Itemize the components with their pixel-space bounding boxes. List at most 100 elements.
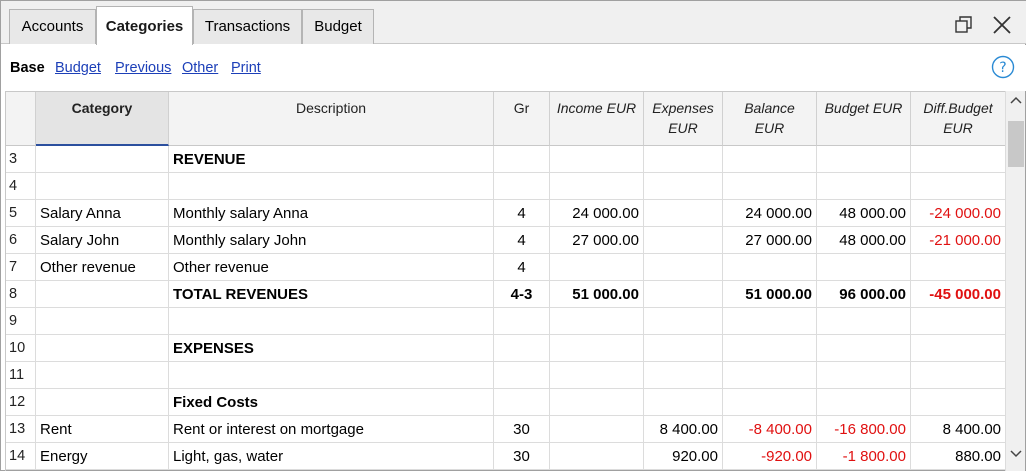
cell-diff-budget[interactable]: [911, 389, 1005, 416]
cell-balance[interactable]: [723, 389, 817, 416]
cell-income[interactable]: [550, 308, 644, 335]
cell-description[interactable]: [169, 308, 494, 335]
cell-budget[interactable]: [817, 146, 911, 173]
cell-income[interactable]: 24 000.00: [550, 200, 644, 227]
table-row[interactable]: 3 REVENUE: [6, 146, 1005, 173]
tab-transactions[interactable]: Transactions: [193, 9, 302, 44]
table-row[interactable]: 9: [6, 308, 1005, 335]
cell-category[interactable]: [36, 146, 169, 173]
cell-diff-budget[interactable]: [911, 362, 1005, 389]
column-header-gr[interactable]: Gr: [494, 92, 550, 146]
cell-category[interactable]: [36, 281, 169, 308]
cell-description[interactable]: EXPENSES: [169, 335, 494, 362]
cell-category[interactable]: Other revenue: [36, 254, 169, 281]
table-row[interactable]: 5 Salary Anna Monthly salary Anna 4 24 000.0…: [6, 200, 1005, 227]
cell-description[interactable]: Other revenue: [169, 254, 494, 281]
cell-budget[interactable]: [817, 389, 911, 416]
cell-income[interactable]: 51 000.00: [550, 281, 644, 308]
cell-balance[interactable]: [723, 335, 817, 362]
table-row[interactable]: 8 TOTAL REVENUES 4-3 51 000.00 51 000.00 96 0…: [6, 281, 1005, 308]
cell-expenses[interactable]: [644, 200, 723, 227]
cell-income[interactable]: [550, 416, 644, 443]
cell-expenses[interactable]: [644, 389, 723, 416]
cell-balance[interactable]: 24 000.00: [723, 200, 817, 227]
cell-gr[interactable]: [494, 335, 550, 362]
cell-balance[interactable]: 51 000.00: [723, 281, 817, 308]
restore-window-icon[interactable]: [952, 13, 976, 37]
cell-description[interactable]: Light, gas, water: [169, 443, 494, 470]
cell-gr[interactable]: [494, 173, 550, 200]
cell-diff-budget[interactable]: -24 000.00: [911, 200, 1005, 227]
cell-balance[interactable]: [723, 308, 817, 335]
column-header-budget[interactable]: Budget EUR: [817, 92, 911, 146]
cell-expenses[interactable]: [644, 281, 723, 308]
cell-gr[interactable]: 30: [494, 416, 550, 443]
cell-expenses[interactable]: [644, 308, 723, 335]
cell-income[interactable]: 27 000.00: [550, 227, 644, 254]
cell-budget[interactable]: -16 800.00: [817, 416, 911, 443]
cell-balance[interactable]: [723, 146, 817, 173]
table-row[interactable]: 4: [6, 173, 1005, 200]
table-row[interactable]: 12 Fixed Costs: [6, 389, 1005, 416]
cell-income[interactable]: [550, 146, 644, 173]
cell-expenses[interactable]: [644, 254, 723, 281]
cell-income[interactable]: [550, 335, 644, 362]
cell-gr[interactable]: [494, 362, 550, 389]
cell-budget[interactable]: 48 000.00: [817, 227, 911, 254]
column-header-diff-budget[interactable]: Diff.Budget EUR: [911, 92, 1005, 146]
cell-balance[interactable]: 27 000.00: [723, 227, 817, 254]
scrollbar-thumb[interactable]: [1008, 121, 1024, 167]
cell-diff-budget[interactable]: [911, 335, 1005, 362]
table-row[interactable]: 10 EXPENSES: [6, 335, 1005, 362]
column-header-expenses[interactable]: Expenses EUR: [644, 92, 723, 146]
cell-expenses[interactable]: [644, 362, 723, 389]
cell-balance[interactable]: -8 400.00: [723, 416, 817, 443]
cell-description[interactable]: [169, 173, 494, 200]
cell-income[interactable]: [550, 389, 644, 416]
table-row[interactable]: 11: [6, 362, 1005, 389]
cell-budget[interactable]: [817, 254, 911, 281]
column-header-description[interactable]: Description: [169, 92, 494, 146]
cell-budget[interactable]: [817, 335, 911, 362]
cell-category[interactable]: [36, 389, 169, 416]
view-print-link[interactable]: Print: [231, 60, 261, 76]
scroll-down-icon[interactable]: [1006, 443, 1026, 463]
cell-budget[interactable]: 96 000.00: [817, 281, 911, 308]
cell-income[interactable]: [550, 443, 644, 470]
cell-diff-budget[interactable]: 880.00: [911, 443, 1005, 470]
cell-budget[interactable]: -1 800.00: [817, 443, 911, 470]
cell-description[interactable]: REVENUE: [169, 146, 494, 173]
cell-description[interactable]: Rent or interest on mortgage: [169, 416, 494, 443]
tab-budget[interactable]: Budget: [302, 9, 374, 44]
cell-income[interactable]: [550, 254, 644, 281]
cell-description[interactable]: Monthly salary John: [169, 227, 494, 254]
cell-description[interactable]: TOTAL REVENUES: [169, 281, 494, 308]
cell-income[interactable]: [550, 173, 644, 200]
cell-budget[interactable]: [817, 308, 911, 335]
cell-gr[interactable]: [494, 389, 550, 416]
cell-expenses[interactable]: 8 400.00: [644, 416, 723, 443]
cell-category[interactable]: Salary Anna: [36, 200, 169, 227]
cell-diff-budget[interactable]: [911, 173, 1005, 200]
view-base[interactable]: Base: [10, 60, 45, 76]
cell-category[interactable]: [36, 173, 169, 200]
close-icon[interactable]: [990, 13, 1014, 37]
table-row[interactable]: 6 Salary John Monthly salary John 4 27 000.0…: [6, 227, 1005, 254]
cell-balance[interactable]: [723, 173, 817, 200]
column-header-balance[interactable]: Balance EUR: [723, 92, 817, 146]
column-header-category[interactable]: Category: [36, 92, 169, 146]
table-row[interactable]: 13 Rent Rent or interest on mortgage 30 8 40…: [6, 416, 1005, 443]
cell-description[interactable]: Fixed Costs: [169, 389, 494, 416]
view-other-link[interactable]: Other: [182, 60, 218, 76]
tab-accounts[interactable]: Accounts: [9, 9, 96, 44]
cell-expenses[interactable]: 920.00: [644, 443, 723, 470]
scroll-up-icon[interactable]: [1006, 91, 1026, 111]
cell-gr[interactable]: [494, 146, 550, 173]
view-previous-link[interactable]: Previous: [115, 60, 171, 76]
cell-expenses[interactable]: [644, 227, 723, 254]
cell-income[interactable]: [550, 362, 644, 389]
cell-balance[interactable]: [723, 362, 817, 389]
cell-category[interactable]: [36, 335, 169, 362]
cell-diff-budget[interactable]: -21 000.00: [911, 227, 1005, 254]
cell-description[interactable]: Monthly salary Anna: [169, 200, 494, 227]
